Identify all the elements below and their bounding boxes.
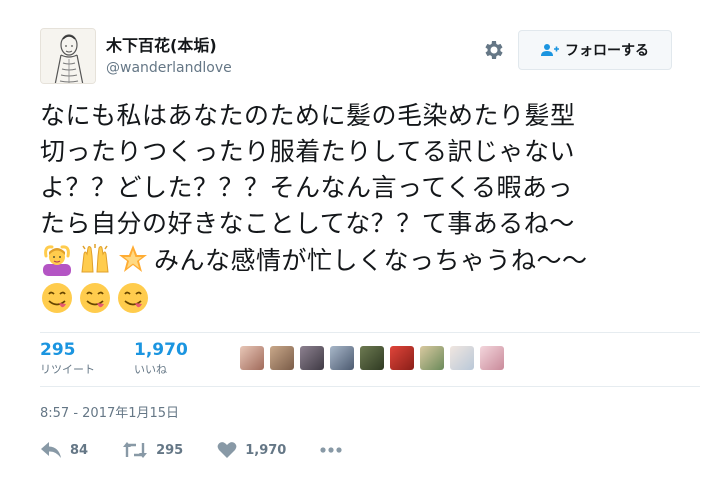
tweet-actions: 84 295 1,970 bbox=[40, 438, 376, 462]
divider bbox=[40, 332, 700, 333]
likes-stat-value: 1,970 bbox=[134, 340, 188, 360]
tweet-line: なにも私はあなたのために髪の毛染めたり髪型 bbox=[40, 101, 576, 130]
tweet-line: たら自分の好きなことしてな？？て事あるね～ bbox=[40, 209, 575, 238]
liker-avatar[interactable] bbox=[480, 346, 504, 370]
savoring-food-emoji bbox=[80, 283, 110, 313]
tweet-header: 木下百花(本垢) @wanderlandlove フォローする bbox=[40, 28, 700, 88]
user-handle[interactable]: @wanderlandlove bbox=[106, 58, 232, 78]
tweet-line: 切ったりつくったり服着たりしてる訳じゃない bbox=[40, 137, 576, 166]
more-dots-icon bbox=[320, 447, 342, 453]
retweet-stat-value: 295 bbox=[40, 340, 76, 360]
like-count: 1,970 bbox=[245, 442, 287, 458]
liker-avatar[interactable] bbox=[240, 346, 264, 370]
savoring-food-emoji bbox=[42, 283, 72, 313]
avatar[interactable] bbox=[40, 28, 96, 84]
liker-avatar[interactable] bbox=[330, 346, 354, 370]
liker-avatar[interactable] bbox=[450, 346, 474, 370]
tweet-stats: 295 リツイート 1,970 いいね bbox=[40, 340, 700, 384]
savoring-food-emoji bbox=[118, 283, 148, 313]
heart-icon bbox=[217, 442, 237, 458]
tweet-emoji-line bbox=[40, 281, 690, 318]
tweet-timestamp[interactable]: 8:57 - 2017年1月15日 bbox=[40, 402, 179, 421]
liker-avatar[interactable] bbox=[420, 346, 444, 370]
like-button[interactable]: 1,970 bbox=[217, 441, 286, 459]
user-names: 木下百花(本垢) @wanderlandlove bbox=[106, 36, 232, 78]
retweet-icon bbox=[123, 442, 148, 458]
likes-stat[interactable]: 1,970 いいね bbox=[134, 340, 188, 378]
liker-avatar[interactable] bbox=[270, 346, 294, 370]
liker-avatar[interactable] bbox=[300, 346, 324, 370]
reply-button[interactable]: 84 bbox=[40, 441, 88, 459]
follow-button[interactable]: フォローする bbox=[518, 30, 672, 70]
avatar-sketch-icon bbox=[41, 29, 95, 83]
tweet-line: よ？？どした？？？そんなん言ってくる暇あっ bbox=[40, 173, 574, 202]
reply-icon bbox=[41, 442, 61, 458]
raising-hands-emoji bbox=[81, 244, 109, 273]
divider bbox=[40, 386, 700, 387]
tweet-emoji-line: みんな感情が忙しくなっちゃうね～～ bbox=[40, 242, 690, 279]
retweet-stat[interactable]: 295 リツイート bbox=[40, 340, 95, 378]
add-user-icon bbox=[541, 44, 559, 56]
likes-stat-label: いいね bbox=[134, 363, 167, 376]
display-name[interactable]: 木下百花(本垢) bbox=[106, 36, 232, 56]
tweet-text: なにも私はあなたのために髪の毛染めたり髪型 切ったりつくったり服着たりしてる訳じ… bbox=[40, 98, 690, 318]
glowing-star-emoji bbox=[119, 245, 147, 272]
more-button[interactable] bbox=[320, 447, 342, 453]
follow-button-label: フォローする bbox=[565, 43, 649, 59]
liker-avatar[interactable] bbox=[390, 346, 414, 370]
liker-avatar[interactable] bbox=[360, 346, 384, 370]
person-gesturing-ok-emoji bbox=[43, 245, 71, 276]
retweet-button[interactable]: 295 bbox=[122, 441, 183, 459]
liker-avatars bbox=[240, 346, 504, 370]
reply-count: 84 bbox=[70, 442, 89, 458]
retweet-stat-label: リツイート bbox=[40, 363, 95, 376]
gear-icon[interactable] bbox=[482, 38, 506, 62]
tweet-line-text: みんな感情が忙しくなっちゃうね～～ bbox=[154, 246, 588, 275]
retweet-count: 295 bbox=[156, 442, 184, 458]
